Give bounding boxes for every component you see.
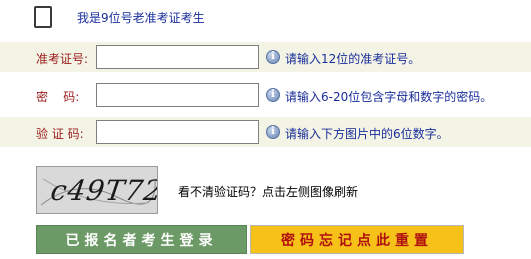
registered-login-button[interactable]: 已报名者考生登录 xyxy=(36,225,247,254)
password-hint: 请输入6-20位包含字母和数字的密码。 xyxy=(285,90,493,104)
captcha-text: c49T72 xyxy=(48,174,158,207)
password-input[interactable] xyxy=(96,83,259,107)
captcha-image[interactable]: c49T72 xyxy=(36,166,158,214)
old-exam-label: 我是9位号老准考证考生 xyxy=(77,11,205,25)
exam-number-hint: 请输入12位的准考证号。 xyxy=(285,52,421,66)
old-exam-checkbox[interactable] xyxy=(34,6,52,28)
info-icon: i xyxy=(266,50,280,64)
info-icon: i xyxy=(266,88,280,102)
password-label: 密 码: xyxy=(36,90,80,104)
forgot-password-button[interactable]: 密码忘记点此重置 xyxy=(250,225,464,254)
info-icon: i xyxy=(266,125,280,139)
captcha-hint-text: 请输入下方图片中的6位数字。 xyxy=(285,127,449,141)
captcha-label: 验 证 码: xyxy=(36,127,84,141)
captcha-refresh-hint: 看不清验证码？点击左侧图像刷新 xyxy=(178,185,359,199)
exam-number-label: 准考证号: xyxy=(36,52,89,66)
exam-number-input[interactable] xyxy=(96,45,259,69)
captcha-input[interactable] xyxy=(96,120,259,144)
